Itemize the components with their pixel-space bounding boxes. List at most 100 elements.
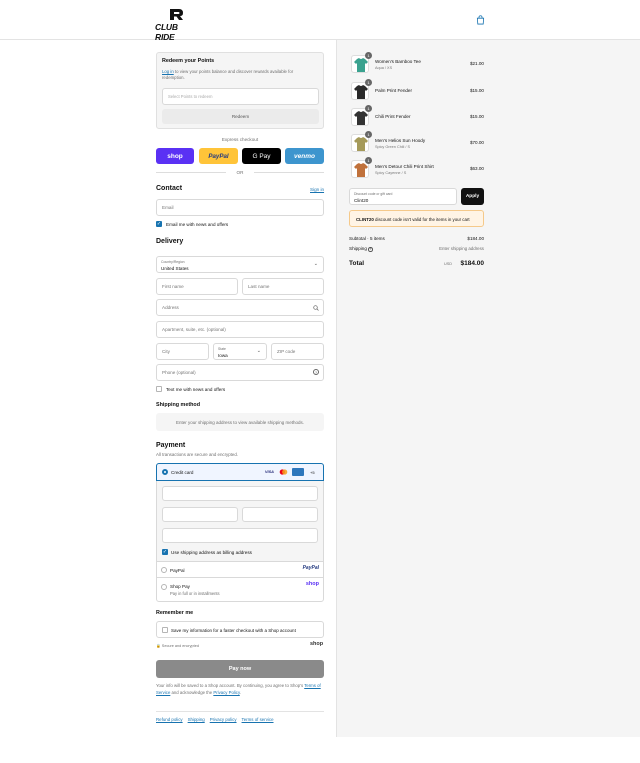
product-name: Men's Detour Chili Print Shirt (375, 164, 434, 169)
subtotal-label: Subtotal · 5 items (349, 236, 385, 241)
more-cards-badge: +5 (310, 469, 315, 475)
redeem-title: Redeem your Points (162, 58, 215, 64)
express-checkout-label: Express checkout (221, 137, 259, 142)
paypal-option[interactable]: PayPal PayPal (156, 561, 324, 577)
card-number-field[interactable] (162, 486, 318, 501)
email-field[interactable]: Email (156, 199, 324, 216)
first-name-field[interactable]: First name (156, 278, 238, 295)
product-thumbnail: 1 (351, 79, 372, 100)
delivery-title: Delivery (156, 238, 184, 245)
product-variant: Aqua / XS (375, 66, 393, 70)
product-price: $70.00 (469, 140, 484, 145)
sign-in-link[interactable]: Sign in (310, 187, 324, 192)
billing-address-label: Use shipping address as billing address (171, 549, 252, 555)
login-link[interactable]: Log in (162, 69, 174, 74)
terms-of-service-link[interactable]: Terms of service (242, 717, 274, 722)
payment-title: Payment (156, 442, 186, 449)
google-pay-button[interactable]: G Pay (242, 148, 281, 164)
shipping-link[interactable]: Shipping (188, 717, 205, 722)
amex-icon (292, 468, 304, 476)
shipping-info-icon[interactable]: ? (368, 247, 373, 252)
shop-pay-button[interactable]: shop (156, 148, 194, 164)
quantity-badge: 1 (365, 79, 372, 86)
shipping-method-title: Shipping method (156, 402, 201, 408)
quantity-badge: 1 (365, 131, 372, 138)
pay-now-button[interactable]: Pay now (156, 660, 324, 678)
points-select[interactable]: Select Points to redeem (162, 88, 319, 105)
discount-code-field[interactable]: Discount code or gift card Clint20 (349, 188, 457, 205)
shipping-value: Enter shipping address (439, 246, 484, 251)
chevron-down-icon: ⌄ (313, 261, 318, 267)
contact-title: Contact (156, 185, 183, 192)
product-variant: Spicy Cayenne / S (375, 171, 407, 175)
product-variant: Spicy Green Chili / S (375, 145, 411, 149)
last-name-field[interactable]: Last name (242, 278, 324, 295)
club-ride-logo[interactable]: CLUB RIDE (155, 8, 199, 42)
quantity-badge: 1 (365, 157, 372, 164)
city-field[interactable]: City (156, 343, 209, 360)
credit-card-option[interactable]: Credit card VISA +5 (156, 463, 324, 481)
text-news-label: Text me with news and offers (166, 386, 226, 392)
footer-links: Refund policy Shipping Privacy policy Terms… (156, 717, 279, 722)
discount-error: CLINT20 discount code isn't valid for th… (349, 210, 484, 227)
redeem-points-card: Redeem your Points Log in to view your p… (156, 52, 324, 129)
product-price: $15.00 (469, 88, 484, 93)
apply-button[interactable]: Apply (461, 188, 484, 205)
email-news-label: Email me with news and offers (166, 221, 229, 227)
visa-icon: VISA (265, 469, 274, 474)
total-label: Total (349, 260, 365, 267)
chevron-down-icon: ⌄ (256, 348, 261, 354)
phone-field[interactable]: Phone (optional) ? (156, 364, 324, 381)
product-price: $15.00 (469, 114, 484, 119)
shop-pay-option[interactable]: Shop Pay Pay in full or in installments … (156, 577, 324, 602)
product-name: Palm Print Fender (375, 88, 413, 93)
payment-subtitle: All transactions are secure and encrypte… (156, 452, 239, 457)
state-select[interactable]: State Iowa ⌄ (213, 343, 267, 360)
footer-divider (156, 711, 324, 712)
header: CLUB RIDE (0, 0, 640, 42)
privacy-link[interactable]: Privacy Policy (213, 690, 239, 695)
product-price: $63.00 (469, 166, 484, 171)
remember-me-option[interactable]: Save my information for a faster checkou… (156, 621, 324, 638)
redeem-description: Log in to view your points balance and d… (162, 69, 294, 80)
secure-encrypted-note: 🔒 Secure and encrypted (156, 644, 199, 648)
zip-field[interactable]: ZIP code (271, 343, 324, 360)
text-news-checkbox[interactable] (156, 386, 162, 392)
total-value: $184.00 (460, 260, 485, 267)
shop-logo: shop (310, 641, 324, 647)
apartment-field[interactable]: Apartment, suite, etc. (optional) (156, 321, 324, 338)
email-news-checkbox[interactable]: ✓ (156, 221, 162, 227)
product-price: $21.00 (469, 61, 484, 66)
redeem-button[interactable]: Redeem (162, 109, 319, 124)
product-name: Men's Helios Sun Hoody (375, 138, 426, 143)
shipping-label: Shipping ? (349, 246, 373, 252)
product-thumbnail: 1 (351, 105, 372, 126)
refund-policy-link[interactable]: Refund policy (156, 717, 183, 722)
privacy-policy-link[interactable]: Privacy policy (210, 717, 237, 722)
brand-name: CLUB RIDE (155, 22, 178, 42)
legal-text: Your info will be saved to a Shop accoun… (156, 683, 321, 695)
name-on-card-field[interactable] (162, 528, 318, 543)
address-field[interactable]: Address (156, 299, 324, 316)
shipping-method-notice: Enter your shipping address to view avai… (156, 413, 324, 431)
product-thumbnail: 1 (351, 131, 372, 152)
venmo-button[interactable]: venmo (285, 148, 324, 164)
billing-address-checkbox[interactable]: ✓ (162, 549, 168, 555)
expiration-field[interactable] (162, 507, 238, 522)
paypal-button[interactable]: PayPal (199, 148, 238, 164)
quantity-badge: 1 (365, 52, 372, 59)
country-select[interactable]: Country/Region United States ⌄ (156, 256, 324, 273)
mastercard-icon (279, 469, 288, 475)
quantity-badge: 1 (365, 105, 372, 112)
product-name: Women's Bamboo Tee (375, 59, 421, 64)
logo-mark-icon (170, 9, 183, 20)
security-code-field[interactable] (242, 507, 318, 522)
product-thumbnail: 1 (351, 52, 372, 73)
paypal-logo: PayPal (302, 565, 319, 571)
shop-pay-logo: shop (305, 581, 319, 587)
divider-right (254, 172, 324, 173)
help-icon[interactable]: ? (313, 369, 319, 375)
shopping-bag-icon[interactable] (476, 15, 485, 25)
search-icon (313, 305, 319, 311)
product-name: Chili Print Fender (375, 114, 411, 119)
